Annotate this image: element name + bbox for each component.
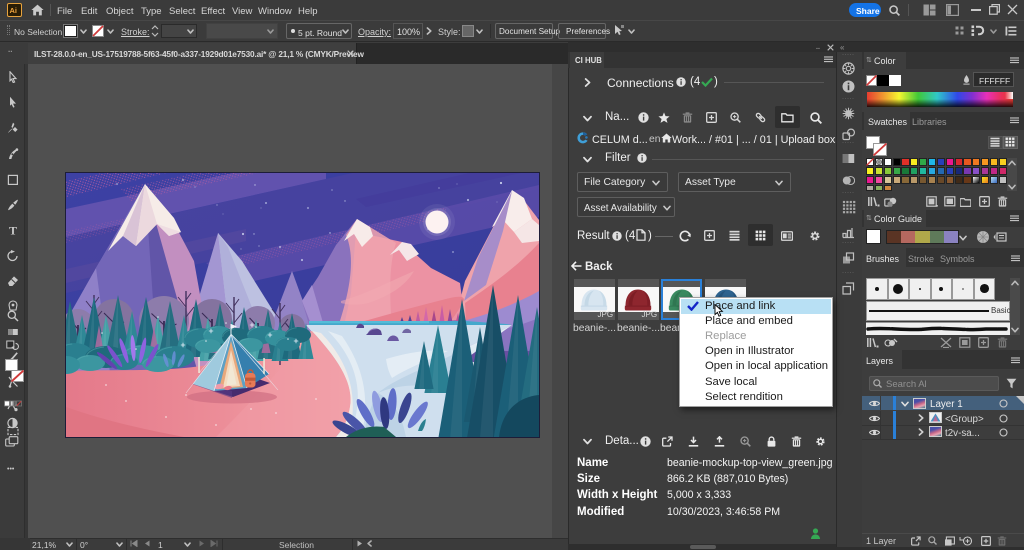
svg-text:T: T [9, 224, 17, 236]
